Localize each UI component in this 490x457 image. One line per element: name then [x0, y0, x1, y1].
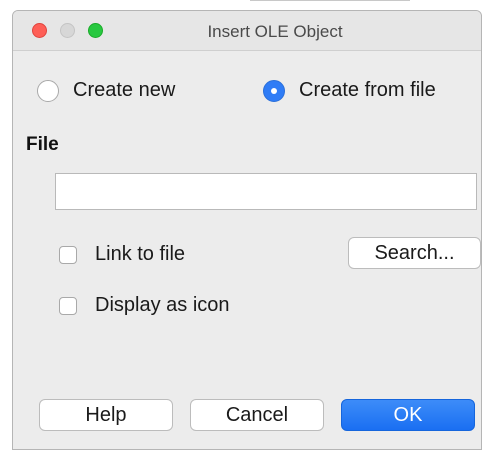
- ok-button[interactable]: OK: [341, 399, 475, 431]
- display-as-icon-option[interactable]: Display as icon: [59, 294, 230, 317]
- display-as-icon-label: Display as icon: [95, 294, 230, 316]
- search-button[interactable]: Search...: [348, 237, 481, 269]
- cancel-button[interactable]: Cancel: [190, 399, 324, 431]
- create-from-file-radio[interactable]: [263, 79, 285, 102]
- background-window-edge: [250, 0, 410, 1]
- display-as-icon-checkbox[interactable]: [59, 296, 77, 315]
- dialog-title: Insert OLE Object: [207, 22, 343, 41]
- create-from-file-option[interactable]: Create from file: [263, 79, 436, 102]
- link-to-file-checkbox[interactable]: [59, 245, 77, 264]
- create-new-option[interactable]: Create new: [37, 79, 175, 102]
- create-from-file-label: Create from file: [299, 79, 436, 101]
- insert-ole-object-dialog: Insert OLE Object Create new Create from…: [12, 10, 482, 450]
- help-button[interactable]: Help: [39, 399, 173, 431]
- title-bar: Insert OLE Object: [13, 11, 481, 51]
- link-to-file-option[interactable]: Link to file: [59, 243, 185, 266]
- file-section-heading: File: [26, 134, 59, 155]
- create-new-label: Create new: [73, 79, 176, 101]
- file-path-input[interactable]: [55, 173, 477, 210]
- link-to-file-label: Link to file: [95, 243, 186, 265]
- create-new-radio[interactable]: [37, 79, 59, 102]
